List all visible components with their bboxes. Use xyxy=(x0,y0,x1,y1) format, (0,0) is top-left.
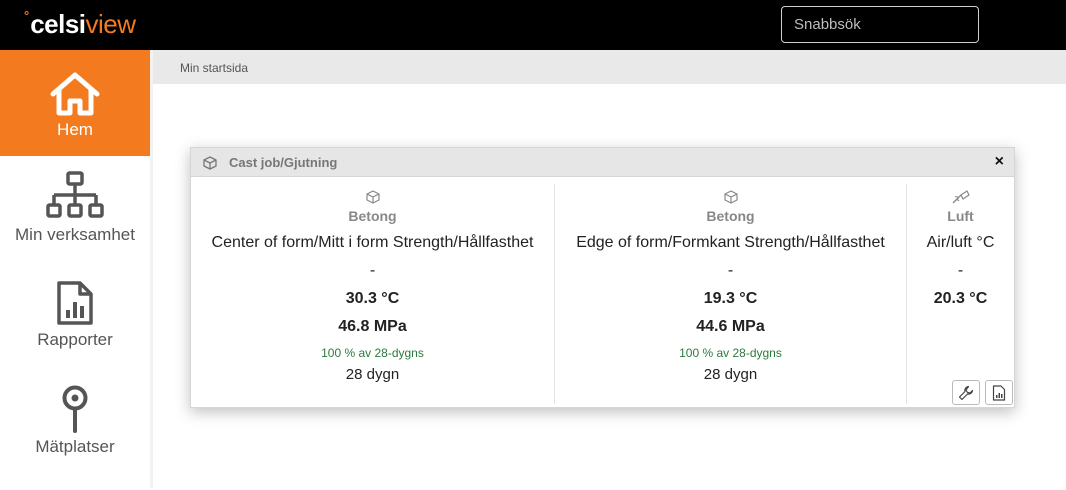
sensor-strength: 46.8 MPa xyxy=(338,318,407,335)
wind-icon xyxy=(952,190,970,204)
sensor-column-center[interactable]: Betong Center of form/Mitt i form Streng… xyxy=(191,184,554,404)
cube-icon xyxy=(365,190,380,204)
sensor-name: Edge of form/Formkant Strength/Hållfasth… xyxy=(576,234,885,251)
sensor-type: Betong xyxy=(348,208,397,224)
report-file-icon xyxy=(992,384,1006,401)
sidebar-item-min-verksamhet[interactable]: Min verksamhet xyxy=(0,171,150,276)
breadcrumb-bar: Min startsida xyxy=(153,50,1066,84)
sidebar-item-label: Mätplatser xyxy=(35,437,115,456)
report-button[interactable] xyxy=(985,380,1013,405)
cube-icon xyxy=(203,156,217,170)
sidebar-item-home[interactable]: Hem xyxy=(0,50,150,156)
search-input[interactable] xyxy=(781,6,979,43)
sensor-name: Center of form/Mitt i form Strength/Håll… xyxy=(211,234,534,251)
sensor-temperature: 20.3 °C xyxy=(933,290,988,307)
sidebar-item-matplatser[interactable]: Mätplatser xyxy=(0,385,150,490)
sensor-temperature: 19.3 °C xyxy=(703,290,758,307)
sensor-percent: 100 % av 28-dygns xyxy=(679,346,782,360)
sensor-column-edge[interactable]: Betong Edge of form/Formkant Strength/Hå… xyxy=(554,184,906,404)
sensor-dash: - xyxy=(727,262,734,279)
logo-celsi: celsi xyxy=(30,9,86,39)
top-bar: ° celsi view xyxy=(0,0,1066,50)
celsiview-logo[interactable]: ° celsi view xyxy=(24,8,137,41)
sensor-percent: 100 % av 28-dygns xyxy=(321,346,424,360)
sensor-dash: - xyxy=(957,262,964,279)
report-icon xyxy=(57,281,93,325)
sensor-days: 28 dygn xyxy=(703,366,758,383)
widget-title: Cast job/Gjutning xyxy=(229,155,338,170)
sensor-name: Air/luft °C xyxy=(926,234,995,251)
sensor-type: Luft xyxy=(947,208,974,224)
wrench-icon xyxy=(958,385,974,400)
sensor-type: Betong xyxy=(706,208,755,224)
sidebar-gutter xyxy=(150,50,153,488)
sidebar-item-rapporter[interactable]: Rapporter xyxy=(0,280,150,385)
home-icon xyxy=(50,72,100,116)
sensor-days: 28 dygn xyxy=(345,366,400,383)
widget-header[interactable]: Cast job/Gjutning × xyxy=(191,148,1014,177)
sensor-column-air[interactable]: Luft Air/luft °C - 20.3 °C xyxy=(906,184,1014,404)
map-pin-icon xyxy=(62,385,88,433)
sensor-dash: - xyxy=(369,262,376,279)
sensor-temperature: 30.3 °C xyxy=(345,290,400,307)
cast-job-widget: Cast job/Gjutning × Betong Center of for… xyxy=(190,147,1015,408)
close-button[interactable]: × xyxy=(995,153,1004,171)
sidebar-item-label: Rapporter xyxy=(37,330,113,349)
breadcrumb[interactable]: Min startsida xyxy=(180,61,248,75)
logo-degree: ° xyxy=(24,8,30,23)
sensor-strength: 44.6 MPa xyxy=(696,318,765,335)
sidebar: Hem Min verksamhet Rapporter Mätplatser xyxy=(0,50,150,488)
settings-button[interactable] xyxy=(952,380,980,405)
org-chart-icon xyxy=(46,171,104,218)
cube-icon xyxy=(723,190,738,204)
sidebar-item-label: Min verksamhet xyxy=(15,225,135,244)
sidebar-item-label: Hem xyxy=(57,120,93,139)
logo-view: view xyxy=(85,9,137,39)
